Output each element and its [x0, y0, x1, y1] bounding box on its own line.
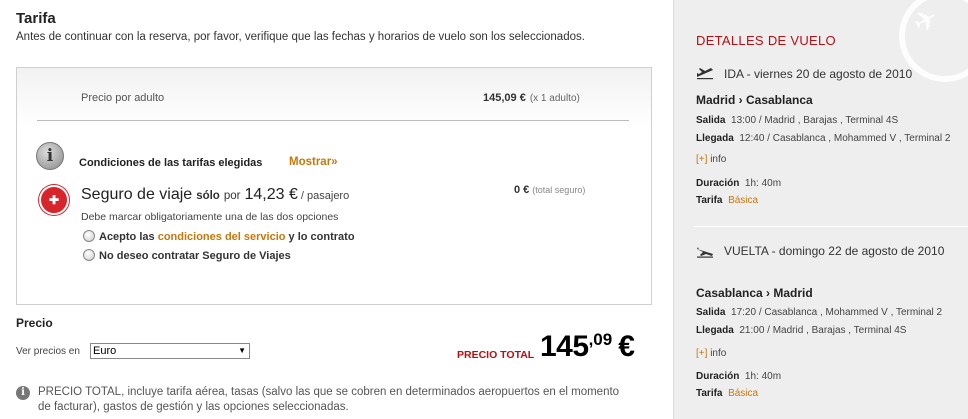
accept-prefix: Acepto las [99, 231, 155, 243]
fare-panel: Tarifa Antes de continuar con la reserva… [0, 0, 668, 419]
insurance-accept-option[interactable]: Acepto las condiciones del servicio y lo… [83, 230, 355, 243]
currency-selected: Euro [93, 345, 117, 357]
total-price-note: PRECIO TOTAL, incluye tarifa aérea, tasa… [38, 386, 620, 413]
adult-count: (x 1 adulto) [529, 93, 580, 104]
divider [37, 120, 629, 121]
fare-conditions-label: Condiciones de las tarifas elegidas [79, 157, 263, 169]
insurance-price-note: (total seguro) [532, 185, 586, 195]
total-price-dec: ,09 [588, 330, 613, 349]
adult-price: 145,09 € (x 1 adulto) [483, 92, 580, 104]
duration-value: 1h: 40m [744, 178, 782, 189]
expand-icon: [+] [696, 154, 708, 165]
ida-duration: Duración 1h: 40m [696, 178, 781, 189]
intro-text: Antes de continuar con la reserva, por f… [16, 31, 585, 43]
ida-departure: Salida 13:00 / Madrid , Barajas , Termin… [696, 115, 898, 126]
fare-value[interactable]: Básica [728, 388, 758, 399]
arrival-label: Llegada [696, 133, 734, 144]
chevron-down-icon: ▼ [238, 346, 246, 355]
show-conditions-link[interactable]: Mostrar» [289, 156, 338, 168]
adult-price-label: Precio por adulto [81, 92, 165, 104]
vuelta-departure: Salida 17:20 / Casablanca , Mohammed V ,… [696, 307, 942, 318]
flight-details-panel: ✈ DETALLES DE VUELO IDA - viernes 20 de … [673, 0, 968, 419]
arrival-label: Llegada [696, 325, 734, 336]
ida-more-info-link[interactable]: [+] info [696, 154, 726, 165]
plane-arrival-icon [697, 247, 713, 258]
ida-header: IDA - viernes 20 de agosto de 2010 [724, 67, 913, 81]
info-icon: i [16, 386, 30, 400]
currency-select[interactable]: Euro ▼ [90, 343, 250, 359]
insurance-price: 0 € (total seguro) [514, 184, 585, 196]
vuelta-header: VUELTA - domingo 22 de agosto de 2010 [724, 244, 945, 258]
info-icon: i [36, 142, 64, 170]
insurance-name: Seguro de viaje [81, 186, 193, 203]
vuelta-route: Casablanca › Madrid [696, 286, 813, 300]
departure-value: 17:20 / Casablanca , Mohammed V , Termin… [731, 307, 943, 318]
departure-label: Salida [696, 115, 726, 126]
total-price-int: 145 [540, 330, 589, 363]
more-info-label: info [710, 154, 727, 165]
fare-box: Precio por adulto 145,09 € (x 1 adulto) i… [16, 67, 652, 305]
more-info-label: info [710, 348, 727, 359]
page-title: Tarifa [16, 10, 56, 27]
arrival-value: 21:00 / Madrid , Barajas , Terminal 4S [739, 325, 907, 336]
plane-departure-icon [697, 68, 713, 80]
divider [694, 226, 968, 227]
insurance-logo-icon: ✚ [39, 185, 69, 215]
fare-value[interactable]: Básica [728, 195, 758, 206]
insurance-por: por [223, 190, 241, 202]
fare-label: Tarifa [696, 388, 723, 399]
insurance-per-passenger: / pasajero [300, 190, 350, 202]
expand-icon: [+] [696, 348, 708, 359]
insurance-must-choose: Debe marcar obligatoriamente una de las … [81, 211, 339, 223]
duration-value: 1h: 40m [744, 371, 782, 382]
flight-details-title: DETALLES DE VUELO [696, 33, 836, 48]
fare-label: Tarifa [696, 195, 723, 206]
insurance-offer: Seguro de viaje sólo por 14,23 € / pasajero [81, 186, 349, 204]
decline-label: No deseo contratar Seguro de Viajes [99, 250, 291, 262]
arrival-value: 12:40 / Casablanca , Mohammed V , Termin… [739, 133, 951, 144]
adult-price-value: 145,09 € [483, 92, 526, 104]
currency-label: Ver precios en [16, 346, 80, 357]
vuelta-arrival: Llegada 21:00 / Madrid , Barajas , Termi… [696, 325, 906, 336]
ida-route: Madrid › Casablanca [696, 93, 813, 107]
total-price: 145,09 € [540, 330, 635, 364]
vuelta-fare: Tarifa Básica [696, 388, 758, 399]
accept-insurance-radio[interactable] [83, 230, 95, 242]
accept-suffix: y lo contrato [288, 231, 355, 243]
insurance-solo: sólo [196, 190, 220, 202]
insurance-amount: 14,23 € [244, 186, 298, 203]
insurance-price-value: 0 € [514, 184, 530, 196]
vuelta-duration: Duración 1h: 40m [696, 371, 781, 382]
insurance-decline-option[interactable]: No deseo contratar Seguro de Viajes [83, 249, 291, 262]
duration-label: Duración [696, 178, 740, 189]
ida-arrival: Llegada 12:40 / Casablanca , Mohammed V … [696, 133, 950, 144]
duration-label: Duración [696, 371, 740, 382]
vuelta-more-info-link[interactable]: [+] info [696, 348, 726, 359]
service-conditions-link[interactable]: condiciones del servicio [158, 231, 286, 243]
departure-label: Salida [696, 307, 726, 318]
ida-fare: Tarifa Básica [696, 195, 758, 206]
price-section-label: Precio [16, 316, 53, 330]
departure-value: 13:00 / Madrid , Barajas , Terminal 4S [731, 115, 899, 126]
total-price-currency: € [618, 330, 635, 363]
decline-insurance-radio[interactable] [83, 249, 95, 261]
total-price-label: PRECIO TOTAL [457, 349, 535, 361]
